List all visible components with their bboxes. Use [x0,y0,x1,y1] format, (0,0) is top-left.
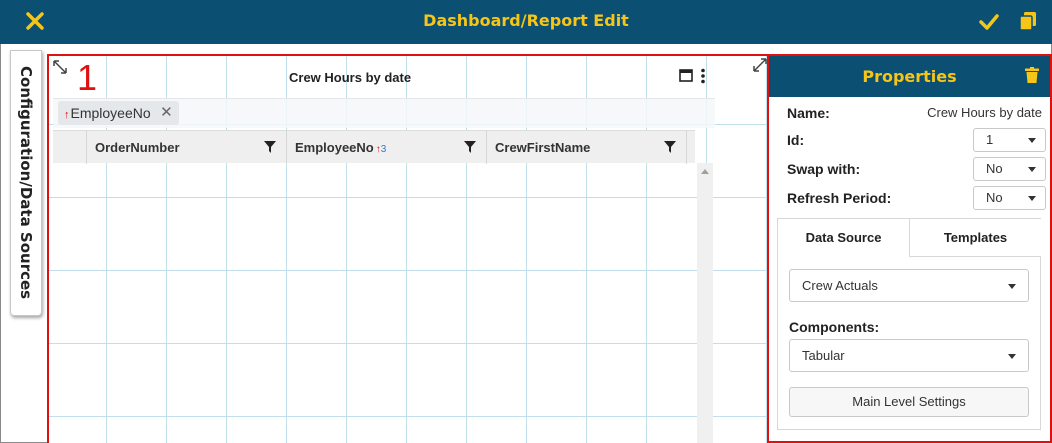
refresh-select-value: No [986,190,1003,205]
page-title: Dashboard/Report Edit [423,11,629,30]
sort-ascending-icon: ↑ [64,109,70,121]
group-panel: ↑EmployeeNo ✕ [53,98,715,128]
sidetab-label: Configuration/Data Sources [17,66,35,300]
filter-icon[interactable] [664,141,676,153]
copy-icon[interactable] [1019,11,1037,31]
components-select[interactable]: Tabular [789,339,1029,372]
configuration-data-sources-tab[interactable]: Configuration/Data Sources [10,50,42,316]
chevron-down-icon [1028,196,1036,201]
id-select[interactable]: 1 [973,128,1046,152]
properties-header: Properties [769,56,1050,97]
sort-indicator: ↑3 [375,144,387,155]
swap-select[interactable]: No [973,157,1046,181]
chevron-down-icon [1028,167,1036,172]
chevron-down-icon [1008,354,1016,359]
properties-title: Properties [862,67,957,86]
refresh-label: Refresh Period: [787,190,892,206]
components-value: Tabular [802,348,845,363]
column-header-ordernumber[interactable]: OrderNumber [87,131,287,164]
data-source-panel: Crew Actuals Components: Tabular Main Le… [778,257,1040,429]
name-value: Crew Hours by date [927,105,1042,120]
grid-row-header [53,131,87,164]
chevron-down-icon [1008,284,1016,289]
remove-group-icon[interactable]: ✕ [160,101,173,125]
name-label: Name: [787,105,830,121]
components-label: Components: [789,319,880,335]
widget-number: 1 [77,57,98,98]
column-header-crewfirstname[interactable]: CrewFirstName [487,131,687,164]
data-source-value: Crew Actuals [802,278,878,293]
filter-icon[interactable] [464,141,476,153]
tab-templates[interactable]: Templates [910,219,1041,257]
trash-icon[interactable] [1025,67,1039,83]
properties-panel: Properties Name: Crew Hours by date Id: … [767,54,1052,443]
chevron-down-icon [1028,138,1036,143]
grid-header: OrderNumber EmployeeNo ↑3 CrewFirstName [53,130,695,164]
id-select-value: 1 [986,132,994,147]
swap-label: Swap with: [787,161,861,177]
more-menu-icon[interactable] [700,68,706,84]
widget-title: Crew Hours by date [289,70,412,85]
group-chip-label: EmployeeNo [70,105,151,121]
group-chip[interactable]: ↑EmployeeNo ✕ [58,101,179,125]
scroll-up-icon[interactable] [701,169,709,174]
column-label: EmployeeNo [295,140,374,155]
properties-tabs: Data Source Templates Crew Actuals Compo… [777,218,1041,430]
column-label: OrderNumber [95,140,180,155]
grid-body[interactable] [53,163,695,443]
title-bar: Dashboard/Report Edit [0,0,1052,44]
refresh-select[interactable]: No [973,186,1046,210]
swap-select-value: No [986,161,1003,176]
refresh-row: Refresh Period: No [787,186,1046,210]
column-header-employeeno[interactable]: EmployeeNo ↑3 [287,131,487,164]
check-icon[interactable] [979,12,999,32]
resize-handle-icon[interactable] [52,59,68,75]
dashboard-canvas[interactable]: 1 Crew Hours by date ↑EmployeeNo ✕ Order… [47,54,769,443]
swap-row: Swap with: No [787,157,1046,181]
vertical-scrollbar[interactable] [697,163,713,443]
id-row: Id: 1 [787,128,1046,152]
data-source-select[interactable]: Crew Actuals [789,269,1029,302]
name-row: Name: Crew Hours by date [787,101,1042,125]
filter-icon[interactable] [264,141,276,153]
column-label: CrewFirstName [495,140,591,155]
id-label: Id: [787,132,805,148]
main-level-settings-button[interactable]: Main Level Settings [789,387,1029,417]
maximize-icon[interactable] [679,69,693,82]
tab-data-source[interactable]: Data Source [778,219,910,257]
